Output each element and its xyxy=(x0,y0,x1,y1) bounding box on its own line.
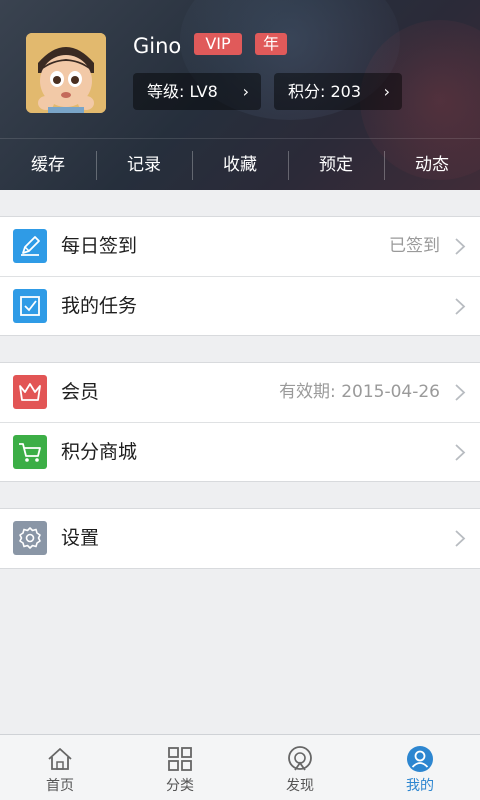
tab-history[interactable]: 记录 xyxy=(96,139,192,190)
gear-icon xyxy=(13,521,47,555)
grid-icon xyxy=(165,744,195,774)
chevron-right-icon xyxy=(454,383,466,402)
list-item-membership[interactable]: 会员 有效期: 2015-04-26 xyxy=(0,363,480,422)
menu-group-1: 每日签到 已签到 我的任务 xyxy=(0,216,480,336)
checkbox-icon xyxy=(13,289,47,323)
level-button[interactable]: 等级: LV8 › xyxy=(133,73,261,110)
list-item-label: 设置 xyxy=(61,527,100,549)
tab-activity[interactable]: 动态 xyxy=(384,139,480,190)
list-item-daily-checkin[interactable]: 每日签到 已签到 xyxy=(0,217,480,276)
crown-icon xyxy=(13,375,47,409)
menu-group-3: 设置 xyxy=(0,508,480,569)
nav-label: 我的 xyxy=(406,778,434,794)
profile-header: Gino VIP 年 等级: LV8 › 积分: 203 › 缓存 记录 收藏 … xyxy=(0,0,480,190)
list-item-label: 会员 xyxy=(61,381,100,403)
tab-cache[interactable]: 缓存 xyxy=(0,139,96,190)
chevron-right-icon xyxy=(454,297,466,316)
menu-group-2: 会员 有效期: 2015-04-26 积分商城 xyxy=(0,362,480,482)
nav-label: 首页 xyxy=(46,778,74,794)
membership-expiry: 有效期: 2015-04-26 xyxy=(279,382,440,402)
pen-icon xyxy=(13,229,47,263)
chevron-right-icon: › xyxy=(383,82,390,101)
list-item-label: 积分商城 xyxy=(61,441,138,463)
list-item-label: 每日签到 xyxy=(61,235,138,257)
nav-label: 分类 xyxy=(166,778,194,794)
nav-profile[interactable]: 我的 xyxy=(360,735,480,800)
tab-favorites[interactable]: 收藏 xyxy=(192,139,288,190)
level-label: 等级: LV8 xyxy=(147,82,218,101)
chevron-right-icon: › xyxy=(242,82,249,101)
profile-tabs: 缓存 记录 收藏 预定 动态 xyxy=(0,138,480,190)
year-badge: 年 xyxy=(255,33,287,55)
home-icon xyxy=(45,744,75,774)
discover-icon xyxy=(285,744,315,774)
points-label: 积分: 203 xyxy=(288,82,362,101)
list-item-my-tasks[interactable]: 我的任务 xyxy=(0,276,480,335)
cart-icon xyxy=(13,435,47,469)
list-item-points-mall[interactable]: 积分商城 xyxy=(0,422,480,481)
vip-badge: VIP xyxy=(194,33,242,55)
points-button[interactable]: 积分: 203 › xyxy=(274,73,402,110)
bottom-nav: 首页 分类 发现 我的 xyxy=(0,734,480,800)
list-item-settings[interactable]: 设置 xyxy=(0,509,480,568)
chevron-right-icon xyxy=(454,529,466,548)
profile-icon xyxy=(405,744,435,774)
list-item-label: 我的任务 xyxy=(61,295,138,317)
nav-home[interactable]: 首页 xyxy=(0,735,120,800)
avatar[interactable] xyxy=(26,33,106,113)
nav-discover[interactable]: 发现 xyxy=(240,735,360,800)
checkin-status: 已签到 xyxy=(389,236,440,256)
chevron-right-icon xyxy=(454,443,466,462)
nav-label: 发现 xyxy=(286,778,314,794)
tab-reservations[interactable]: 预定 xyxy=(288,139,384,190)
chevron-right-icon xyxy=(454,237,466,256)
nav-categories[interactable]: 分类 xyxy=(120,735,240,800)
username: Gino xyxy=(133,34,182,58)
